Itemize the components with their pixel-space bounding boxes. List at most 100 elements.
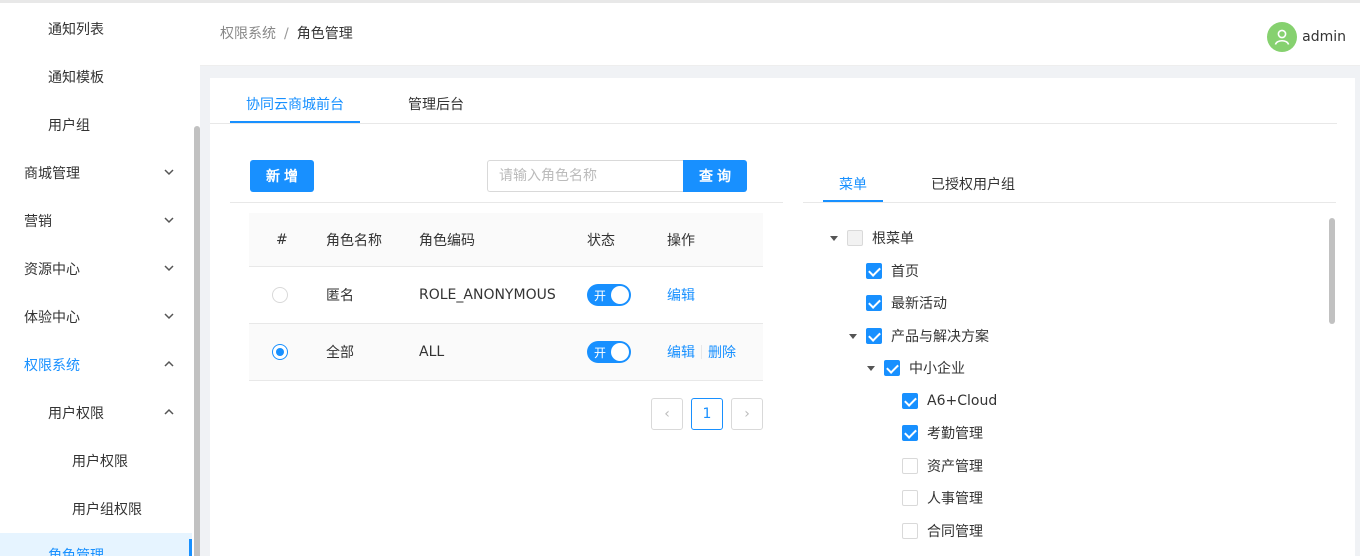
tree-node-label: A6+Cloud (927, 393, 998, 409)
checkbox[interactable] (902, 425, 918, 441)
add-button[interactable]: 新增 (250, 160, 314, 192)
toggle-label: 开 (594, 345, 607, 360)
action-divider (701, 345, 702, 359)
sidebar-scrollbar[interactable] (194, 126, 200, 556)
checkbox[interactable] (884, 360, 900, 376)
caret-down-icon[interactable] (849, 333, 857, 339)
tree-node[interactable]: A6+Cloud (902, 389, 997, 413)
checkbox[interactable] (847, 230, 863, 246)
sidebar-item-label: 通知列表 (48, 22, 104, 38)
avatar[interactable] (1267, 22, 1298, 52)
checkbox[interactable] (866, 263, 882, 279)
tree-node[interactable]: 首页 (866, 259, 919, 283)
sidebar: 通知列表 通知模板 用户组 商城管理 营销 资源中心 体验中心 权限系统 用户权… (0, 0, 200, 556)
sidebar-item-label: 用户权限 (48, 406, 104, 422)
chevron-down-icon (164, 265, 174, 272)
tree-node-label: 中小企业 (909, 361, 965, 377)
tree-node-label: 人事管理 (927, 491, 983, 507)
role-name-search-input[interactable] (487, 160, 684, 192)
chevron-up-icon (164, 408, 174, 415)
edit-link[interactable]: 编辑 (667, 285, 695, 305)
sidebar-item-user-permission-group[interactable]: 用户权限 (0, 389, 192, 437)
breadcrumb-parent[interactable]: 权限系统 (220, 26, 276, 42)
tree-node-label: 根菜单 (872, 231, 914, 247)
status-toggle[interactable]: 开 (587, 284, 631, 306)
tree-node[interactable]: 最新活动 (866, 291, 947, 315)
chevron-down-icon (164, 217, 174, 224)
radio-button[interactable] (272, 344, 288, 360)
delete-link[interactable]: 删除 (708, 342, 736, 362)
sidebar-item-role-management[interactable]: 角色管理 (0, 533, 192, 556)
caret-down-icon[interactable] (830, 235, 838, 241)
tab-mall-frontend[interactable]: 协同云商城前台 (246, 94, 344, 114)
status-toggle[interactable]: 开 (587, 341, 631, 363)
checkbox[interactable] (902, 523, 918, 539)
actions-cell: 编辑 (667, 267, 695, 323)
tree-node[interactable]: 中小企业 (867, 356, 965, 380)
tab-admin-backend[interactable]: 管理后台 (408, 94, 464, 114)
tab-menu[interactable]: 菜单 (839, 174, 867, 194)
status-cell: 开 (587, 324, 631, 380)
tree-node[interactable]: 考勤管理 (902, 421, 983, 445)
pagination-page-1[interactable]: 1 (691, 398, 723, 430)
breadcrumb-current: 角色管理 (296, 26, 353, 42)
tree-node-label: 最新活动 (891, 296, 947, 312)
sidebar-item-notice-template[interactable]: 通知模板 (0, 53, 192, 101)
sidebar-item-user-permission[interactable]: 用户权限 (0, 437, 192, 485)
app-tabs: 协同云商城前台 管理后台 (210, 78, 1337, 124)
tree-node-label: 首页 (891, 264, 919, 280)
tree-node[interactable]: 合同管理 (902, 519, 983, 543)
tree-scrollbar[interactable] (1329, 218, 1335, 324)
chevron-up-icon (164, 360, 174, 367)
sidebar-item-label: 权限系统 (24, 358, 80, 374)
tree-node-label: 考勤管理 (927, 426, 983, 442)
main-card: 协同云商城前台 管理后台 新增 查询 # 角色名称 角色编码 状态 操作 匿名 … (210, 78, 1355, 556)
column-header-role-name: 角色名称 (326, 232, 382, 249)
checkbox[interactable] (902, 490, 918, 506)
username[interactable]: admin (1302, 29, 1346, 45)
tree-node[interactable]: 资产管理 (902, 454, 983, 478)
sidebar-item-user-group[interactable]: 用户组 (0, 101, 192, 149)
tree-node[interactable]: 产品与解决方案 (849, 324, 989, 348)
table-row[interactable]: 匿名 ROLE_ANONYMOUS 开 编辑 (249, 267, 763, 324)
tree-node[interactable]: 根菜单 (830, 226, 914, 250)
sidebar-item-user-group-permission[interactable]: 用户组权限 (0, 485, 192, 533)
checkbox[interactable] (902, 393, 918, 409)
breadcrumb-separator: / (284, 26, 289, 42)
sidebar-item-notice-list[interactable]: 通知列表 (0, 5, 192, 53)
sidebar-item-permission-system[interactable]: 权限系统 (0, 341, 192, 389)
header: 权限系统 / 角色管理 admin (200, 0, 1360, 66)
radio-button[interactable] (272, 287, 288, 303)
sidebar-item-mall-management[interactable]: 商城管理 (0, 149, 192, 197)
query-button[interactable]: 查询 (683, 160, 747, 192)
column-header-role-code: 角色编码 (419, 232, 475, 249)
caret-down-icon[interactable] (867, 365, 875, 371)
breadcrumb: 权限系统 / 角色管理 (220, 23, 353, 43)
toggle-label: 开 (594, 288, 607, 303)
edit-link[interactable]: 编辑 (667, 342, 695, 362)
checkbox[interactable] (866, 295, 882, 311)
sidebar-item-label: 商城管理 (24, 166, 80, 182)
row-select[interactable] (272, 267, 288, 323)
tree-node-label: 产品与解决方案 (891, 329, 989, 345)
table-header: # 角色名称 角色编码 状态 操作 (249, 213, 763, 267)
sidebar-item-label: 通知模板 (48, 70, 104, 86)
checkbox[interactable] (866, 328, 882, 344)
right-panel-tabs: 菜单 已授权用户组 (803, 160, 1336, 203)
checkbox[interactable] (902, 458, 918, 474)
sidebar-item-marketing[interactable]: 营销 (0, 197, 192, 245)
pagination-next-button[interactable]: › (731, 398, 763, 430)
divider (230, 202, 783, 203)
table-row[interactable]: 全部 ALL 开 编辑 删除 (249, 324, 763, 381)
tree-node-label: 合同管理 (927, 524, 983, 540)
sidebar-item-resource-center[interactable]: 资源中心 (0, 245, 192, 293)
tree-node[interactable]: 人事管理 (902, 486, 983, 510)
sidebar-item-experience-center[interactable]: 体验中心 (0, 293, 192, 341)
column-header-index: # (276, 231, 288, 248)
sidebar-item-label: 用户组权限 (72, 502, 142, 518)
tree-node-label: 资产管理 (927, 459, 983, 475)
tab-authorized-user-groups[interactable]: 已授权用户组 (931, 174, 1015, 194)
pagination-prev-button[interactable]: ‹ (651, 398, 683, 430)
row-select[interactable] (272, 324, 288, 380)
user-menu[interactable]: admin (1267, 22, 1346, 52)
